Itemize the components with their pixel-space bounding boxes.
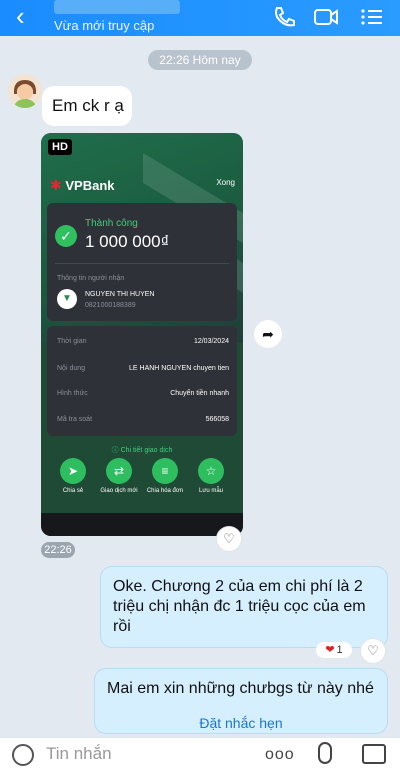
chat-header: ‹ Vừa mới truy cập — [0, 0, 400, 36]
detail-row: Mã tra soát 566058 — [57, 416, 229, 423]
share-action: ➤ Chia sẻ — [50, 458, 96, 494]
check-icon: ✓ — [55, 225, 77, 247]
red-heart-icon: ❤ — [325, 644, 335, 656]
vpbank-logo: ✱ VPBank — [50, 177, 115, 194]
hd-badge: HD — [48, 139, 72, 155]
video-icon[interactable] — [312, 4, 340, 30]
swap-icon: ⇄ — [106, 458, 132, 484]
image-timestamp: 22:26 — [41, 542, 75, 558]
reaction-badge[interactable]: ❤ 1 — [316, 642, 352, 658]
message-input[interactable]: Tin nhắn — [46, 744, 112, 764]
emoji-icon[interactable] — [12, 744, 34, 766]
transfer-screenshot-image[interactable]: HD ✱ VPBank Xong ✓ Thành công 1 000 000₫… — [41, 133, 243, 536]
image-icon[interactable] — [362, 744, 386, 764]
recipient-account: 0821000188389 — [85, 302, 136, 309]
bill-icon: ≡ — [152, 458, 178, 484]
divider — [55, 263, 229, 264]
recipient-bank-icon: ▼ — [57, 289, 77, 309]
incoming-message[interactable]: Em ck r ạ — [42, 86, 132, 126]
detail-row: Hình thức Chuyển tiền nhanh — [57, 390, 229, 397]
save-template-action: ☆ Lưu mẫu — [188, 458, 234, 494]
success-label: Thành công — [85, 218, 138, 229]
bank-name: VPBank — [65, 178, 115, 193]
mic-icon[interactable] — [318, 742, 332, 764]
outgoing-message[interactable]: Mai em xin những chưbgs từ này nhé Đặt n… — [94, 668, 388, 734]
vpbank-logo-icon: ✱ — [50, 177, 62, 193]
split-bill-action: ≡ Chia hóa đơn — [142, 458, 188, 494]
time-divider: 22:26 Hôm nay — [148, 50, 252, 70]
avatar[interactable] — [8, 74, 42, 108]
heart-icon[interactable]: ♡ — [216, 526, 242, 552]
contact-name-redacted[interactable] — [54, 0, 180, 14]
detail-row: Thời gian 12/03/2024 — [57, 338, 229, 345]
send-icon: ➤ — [60, 458, 86, 484]
message-text: Mai em xin những chưbgs từ này nhé — [107, 680, 374, 697]
set-reminder-button[interactable]: Đặt nhắc hẹn — [107, 713, 375, 733]
contact-status: Vừa mới truy cập — [54, 18, 155, 33]
detail-row: Nội dung LE HANH NGUYEN chuyen tien — [57, 365, 229, 372]
phone-icon[interactable] — [270, 4, 298, 30]
more-icon[interactable]: ooo — [265, 746, 295, 764]
heart-icon[interactable]: ♡ — [360, 638, 386, 664]
details-panel: Thời gian 12/03/2024 Nội dung LE HANH NGUY… — [47, 326, 237, 436]
input-bar: Tin nhắn ooo — [0, 738, 400, 768]
detail-link: ⓘ Chi tiết giao dịch — [111, 447, 173, 454]
done-label: Xong — [216, 178, 235, 187]
amount: 1 000 000₫ — [85, 232, 170, 251]
screenshot-bottom-bar — [41, 513, 243, 536]
share-icon[interactable]: ➦ — [254, 320, 282, 348]
recipient-label: Thông tin người nhận — [57, 275, 125, 282]
new-transaction-action: ⇄ Giao dịch mới — [96, 458, 142, 494]
menu-icon[interactable] — [358, 4, 386, 30]
star-icon: ☆ — [198, 458, 224, 484]
recipient-name: NGUYEN THI HUYEN — [85, 291, 155, 298]
result-panel: ✓ Thành công 1 000 000₫ Thông tin người … — [47, 203, 237, 321]
reaction-count: 1 — [336, 644, 343, 656]
back-icon[interactable]: ‹ — [16, 2, 25, 30]
action-bar: ➤ Chia sẻ ⇄ Giao dịch mới ≡ Chia hóa đơn ☆ L… — [41, 458, 243, 508]
outgoing-message[interactable]: Oke. Chương 2 của em chi phí là 2 triệu … — [100, 566, 388, 648]
